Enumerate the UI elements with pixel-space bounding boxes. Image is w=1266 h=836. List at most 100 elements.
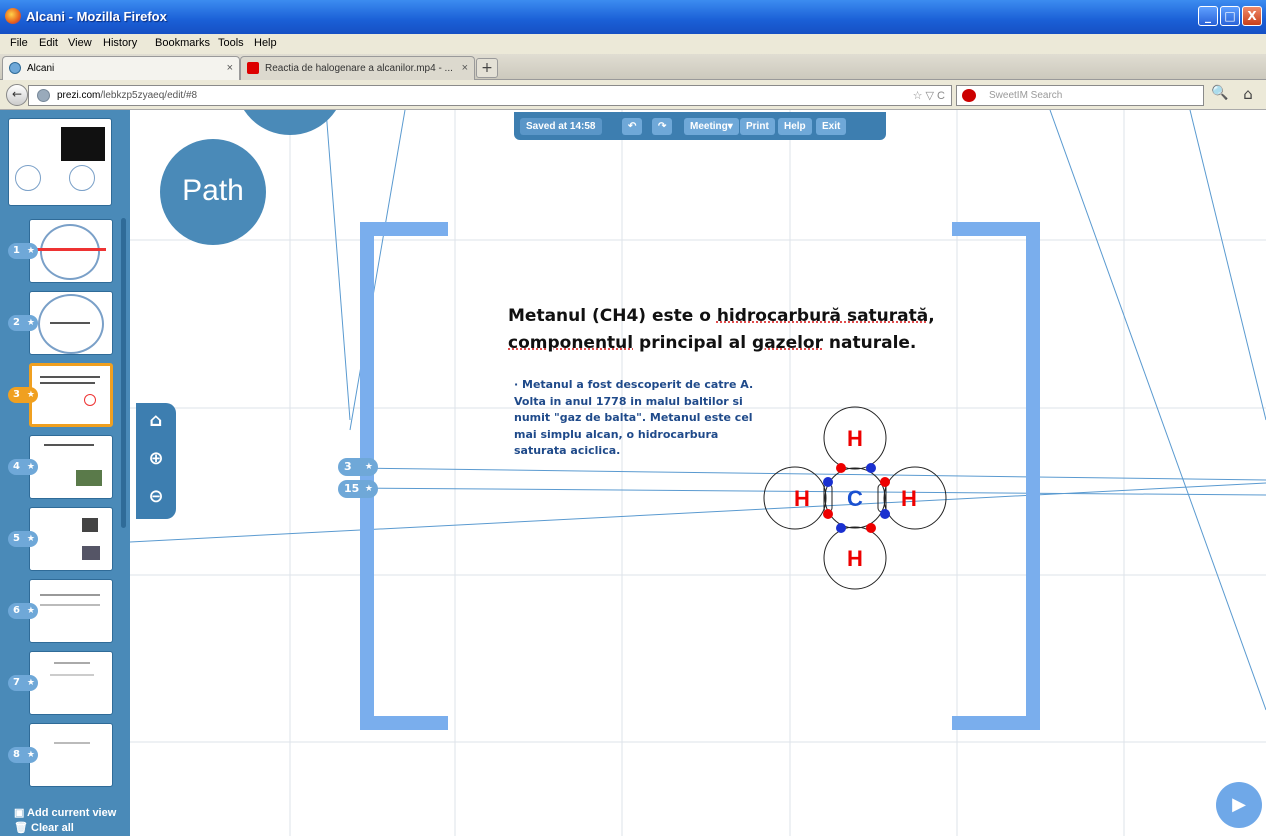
menu-history[interactable]: History	[103, 37, 137, 49]
prezi-toolbar: Saved at 14:58 ↶ ↷ Meeting▾ Print Help E…	[514, 112, 886, 140]
search-input[interactable]: SweetIM Search	[956, 85, 1204, 106]
site-identity-icon	[37, 89, 50, 102]
thumb-title-line	[54, 742, 90, 744]
search-placeholder: SweetIM Search	[989, 90, 1063, 101]
step-badge-2[interactable]: 2 ★	[8, 315, 38, 331]
zoom-in-icon[interactable]: ⊕	[144, 447, 168, 471]
step-badge-5[interactable]: 5 ★	[8, 531, 38, 547]
sidebar-scrollbar[interactable]	[121, 218, 126, 528]
new-tab-button[interactable]: +	[476, 58, 498, 78]
heading-text: principal al	[633, 333, 753, 353]
tab-alcani[interactable]: Alcani ×	[2, 56, 240, 80]
path-point-15[interactable]: 15 ★	[338, 480, 378, 498]
thumb-circle	[40, 224, 100, 280]
url-path: /lebkzp5zyaeq/edit/#8	[100, 90, 198, 101]
heading-text: hidrocarbură saturată	[716, 306, 929, 326]
thumbnail-overview[interactable]	[8, 118, 112, 206]
star-icon: ★	[26, 462, 35, 472]
thumb-circle	[15, 165, 41, 191]
redo-button[interactable]: ↷	[652, 118, 673, 135]
star-icon: ★	[26, 606, 35, 616]
menu-view[interactable]: View	[68, 37, 92, 49]
frame-bracket-right-bottom	[952, 716, 1040, 730]
home-view-icon[interactable]: ⌂	[144, 409, 168, 433]
star-icon: ★	[26, 750, 35, 760]
step-badge-8[interactable]: 8 ★	[8, 747, 38, 763]
frame-bracket-right-top	[952, 222, 1040, 236]
zoom-out-icon[interactable]: ⊖	[144, 485, 168, 509]
atom-h-top: H	[847, 426, 863, 451]
menu-bookmarks[interactable]: Bookmarks	[155, 37, 210, 49]
frame-bracket-left-bottom	[360, 716, 448, 730]
step-badge-7[interactable]: 7 ★	[8, 675, 38, 691]
thumbnail-step-8[interactable]	[29, 723, 113, 787]
frame-bracket-left[interactable]	[360, 222, 374, 730]
thumb-molecule	[84, 394, 96, 406]
minimize-button[interactable]: _	[1198, 6, 1218, 26]
step-number: 7	[13, 677, 20, 688]
methane-molecule-diagram[interactable]: H H H H C	[762, 406, 952, 596]
slide-heading[interactable]: Metanul (CH4) este o hidrocarbură satura…	[508, 303, 938, 357]
thumbnail-step-1[interactable]	[29, 219, 113, 283]
heading-text: gazelor	[752, 333, 823, 353]
path-point-3[interactable]: 3 ★	[338, 458, 378, 476]
url-bar[interactable]: prezi.com/lebkzp5zyaeq/edit/#8 ☆ ▽ C	[28, 85, 952, 106]
thumb-image	[76, 470, 102, 486]
help-button[interactable]: Help	[778, 118, 812, 135]
tab-youtube-video[interactable]: Reactia de halogenare a alcanilor.mp4 - …	[240, 56, 475, 80]
path-point-number: 3	[344, 460, 352, 473]
thumbnail-step-2[interactable]	[29, 291, 113, 355]
tab-close-icon[interactable]: ×	[227, 62, 233, 74]
step-number: 5	[13, 533, 20, 544]
path-sidebar: 1 ★ 2 ★ 3 ★ 4 ★ 5 ★ 6 ★ 7 ★ 8 ★	[0, 110, 130, 836]
thumb-circle	[69, 165, 95, 191]
bookmark-reload-icons[interactable]: ☆ ▽ C	[913, 89, 945, 102]
tab-bar: Alcani × Reactia de halogenare a alcanil…	[0, 54, 1266, 80]
star-icon: ★	[26, 678, 35, 688]
menu-file[interactable]: File	[10, 37, 28, 49]
tab-close-icon[interactable]: ×	[462, 62, 468, 74]
close-button[interactable]: X	[1242, 6, 1262, 26]
prezi-canvas[interactable]: Path Saved at 14:58 ↶ ↷ Meeting▾ Print H…	[0, 110, 1266, 836]
thumbnail-step-5[interactable]	[29, 507, 113, 571]
title-bar: Alcani - Mozilla Firefox _ □ X	[0, 0, 1266, 34]
meeting-button[interactable]: Meeting▾	[684, 118, 739, 135]
frame-bracket-right[interactable]	[1026, 222, 1040, 730]
search-button-icon[interactable]: 🔍	[1210, 85, 1230, 105]
step-badge-1[interactable]: 1 ★	[8, 243, 38, 259]
add-current-view-button[interactable]: ▣ Add current view	[14, 806, 116, 819]
path-edit-bubble[interactable]: Path	[160, 139, 266, 245]
maximize-button[interactable]: □	[1220, 6, 1240, 26]
sidebar-footer: ▣ Add current view 🗑 Clear all	[0, 802, 130, 836]
home-button-icon[interactable]: ⌂	[1238, 85, 1258, 105]
thumbnail-step-6[interactable]	[29, 579, 113, 643]
camera-icon: ▣	[14, 807, 28, 819]
navigation-bar: ← prezi.com/lebkzp5zyaeq/edit/#8 ☆ ▽ C S…	[0, 80, 1266, 110]
step-badge-4[interactable]: 4 ★	[8, 459, 38, 475]
step-badge-3[interactable]: 3 ★	[8, 387, 38, 403]
undo-button[interactable]: ↶	[622, 118, 643, 135]
step-number: 4	[13, 461, 20, 472]
slide-body-text[interactable]: · Metanul a fost descoperit de catre A. …	[514, 377, 764, 460]
menu-edit[interactable]: Edit	[39, 37, 58, 49]
print-button[interactable]: Print	[740, 118, 775, 135]
star-icon: ★	[26, 246, 35, 256]
exit-button[interactable]: Exit	[816, 118, 847, 135]
thumbnail-step-7[interactable]	[29, 651, 113, 715]
clear-all-button[interactable]: 🗑 Clear all	[14, 821, 74, 834]
step-badge-6[interactable]: 6 ★	[8, 603, 38, 619]
back-button[interactable]: ←	[6, 84, 28, 106]
present-play-button[interactable]: ▶	[1216, 782, 1262, 828]
heading-text: Metanul (CH4) este o	[508, 306, 717, 326]
search-engine-icon[interactable]	[962, 89, 976, 102]
thumbnail-step-4[interactable]	[29, 435, 113, 499]
thumb-circle	[38, 294, 104, 354]
thumb-title-line	[54, 662, 90, 664]
thumbnail-step-3[interactable]	[29, 363, 113, 427]
thumb-title-line	[50, 674, 94, 676]
heading-text: ,	[928, 306, 935, 326]
step-number: 8	[13, 749, 20, 760]
thumb-title-line	[36, 248, 106, 251]
menu-help[interactable]: Help	[254, 37, 277, 49]
menu-tools[interactable]: Tools	[218, 37, 244, 49]
